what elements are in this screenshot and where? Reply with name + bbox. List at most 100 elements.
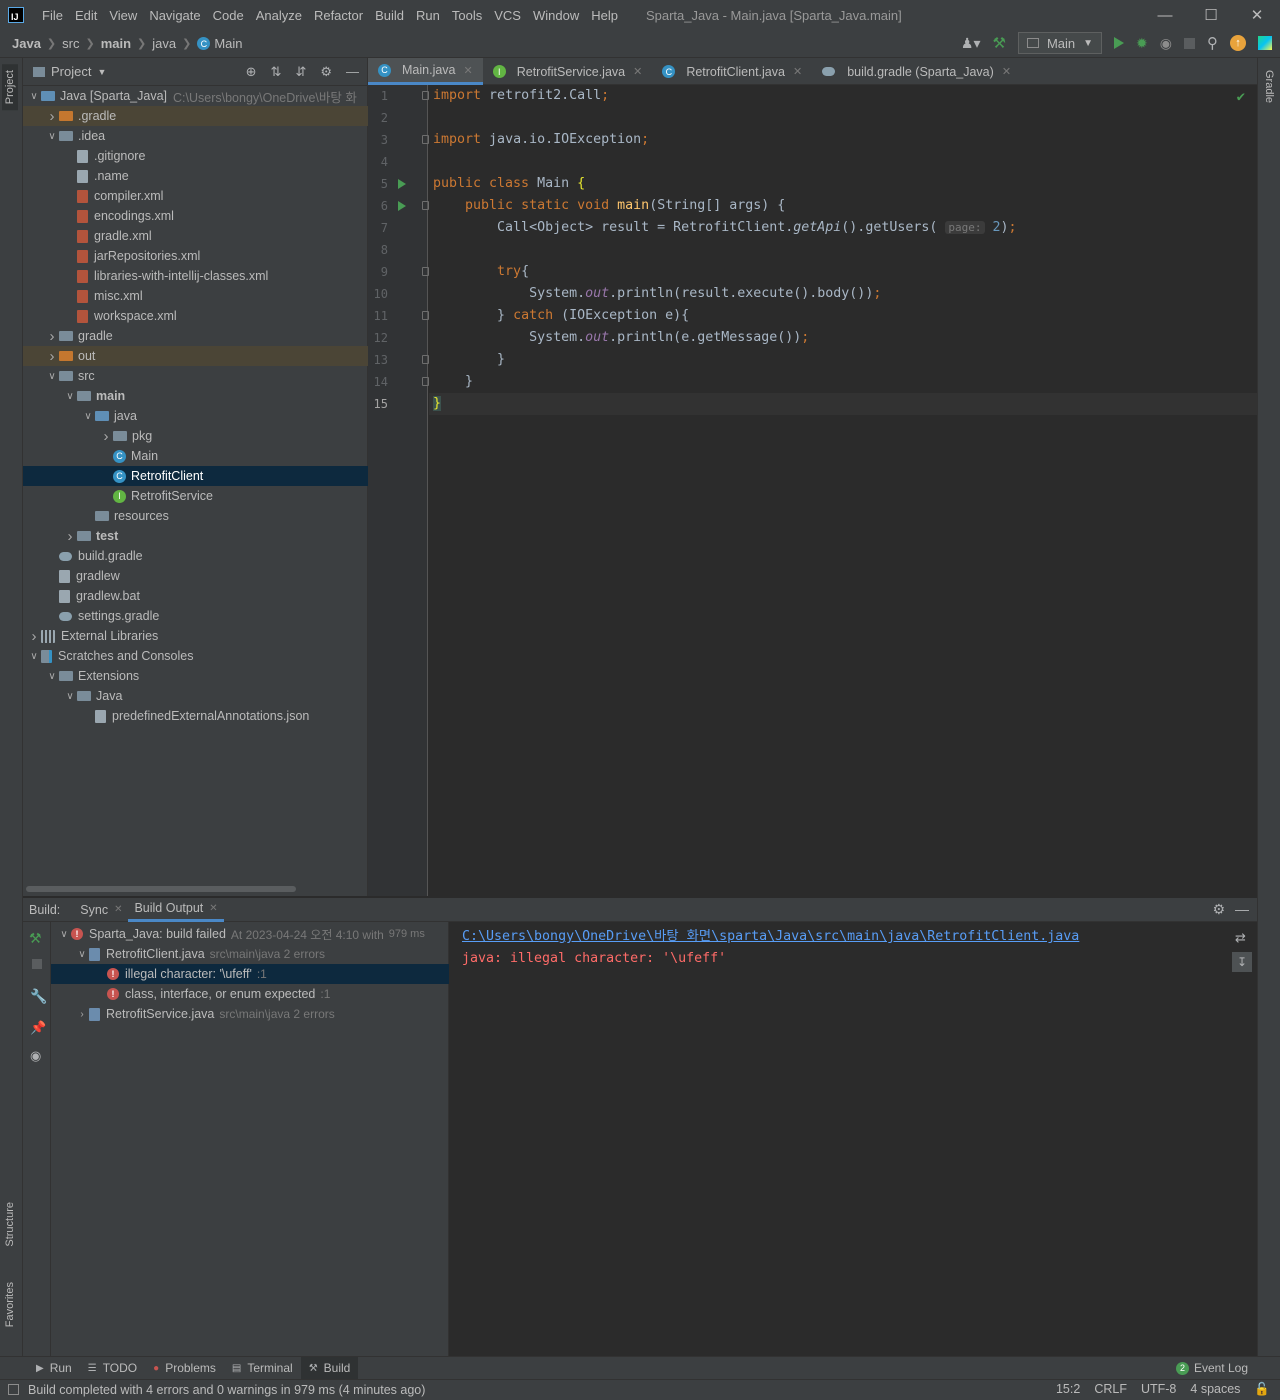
wrench-icon[interactable]: 🔧 (30, 988, 47, 1005)
stripe-tab-gradle[interactable]: Gradle (1261, 64, 1277, 109)
tree-item[interactable]: libraries-with-intellij-classes.xml (23, 266, 368, 286)
tree-item[interactable]: build.gradle (23, 546, 368, 566)
menu-view[interactable]: View (103, 8, 143, 23)
tree-item[interactable]: resources (23, 506, 368, 526)
status-toggle-icon[interactable] (8, 1384, 19, 1395)
menu-navigate[interactable]: Navigate (143, 8, 206, 23)
chevron-down-icon[interactable]: ∨ (81, 411, 95, 422)
chevron-down-icon[interactable]: ∨ (45, 371, 59, 382)
build-hammer-icon[interactable]: ⚒ (993, 34, 1006, 52)
chevron-right-icon[interactable]: › (99, 428, 113, 445)
run-gutter-icon[interactable] (398, 201, 406, 211)
tree-item[interactable]: › test (23, 526, 368, 546)
menu-code[interactable]: Code (207, 8, 250, 23)
horizontal-scrollbar[interactable] (26, 886, 296, 892)
close-icon[interactable]: ✕ (633, 65, 642, 78)
build-tab[interactable]: Build Output ✕ (128, 898, 224, 922)
maximize-icon[interactable]: ☐ (1188, 0, 1234, 30)
editor-tab[interactable]: C Main.java ✕ (368, 58, 483, 85)
build-tree-item[interactable]: ! class, interface, or enum expected:1 (51, 984, 449, 1004)
menu-file[interactable]: File (36, 8, 69, 23)
hide-icon[interactable]: — (346, 64, 359, 80)
code-editor[interactable]: import retrofit2.Call; import java.io.IO… (429, 85, 1257, 896)
build-tree-item[interactable]: ∨ RetrofitClient.java src\main\java 2 erro… (51, 944, 449, 964)
tree-item[interactable]: compiler.xml (23, 186, 368, 206)
fold-marker-icon[interactable] (422, 201, 429, 210)
fold-marker-icon[interactable] (422, 377, 429, 386)
rebuild-hammer-icon[interactable]: ⚒ (29, 930, 42, 947)
tree-item[interactable]: › pkg (23, 426, 368, 446)
chevron-down-icon[interactable]: ▼ (97, 67, 106, 77)
tree-item[interactable]: C Main (23, 446, 368, 466)
chevron-down-icon[interactable]: ∨ (45, 671, 59, 682)
tree-item[interactable]: gradlew.bat (23, 586, 368, 606)
breadcrumb-item[interactable]: Main (214, 36, 242, 51)
bottom-tab-terminal[interactable]: ▤ Terminal (224, 1357, 301, 1380)
bottom-tab-todo[interactable]: ☰ TODO (80, 1357, 145, 1380)
menu-analyze[interactable]: Analyze (250, 8, 308, 23)
debug-icon[interactable]: ✹ (1136, 35, 1148, 52)
close-icon[interactable]: ✕ (114, 904, 122, 915)
status-message[interactable]: Build completed with 4 errors and 0 warn… (28, 1383, 425, 1397)
expand-all-icon[interactable]: ⇅ (271, 64, 282, 80)
tree-item[interactable]: jarRepositories.xml (23, 246, 368, 266)
gear-icon[interactable]: ⚙ (320, 64, 332, 80)
tree-item[interactable]: ∨ Extensions (23, 666, 368, 686)
no-problems-check-icon[interactable]: ✔ (1237, 89, 1245, 105)
file-encoding[interactable]: UTF-8 (1141, 1382, 1176, 1397)
chevron-right-icon[interactable]: › (45, 328, 59, 345)
menu-help[interactable]: Help (585, 8, 624, 23)
close-icon[interactable]: ✕ (209, 903, 217, 914)
tree-item[interactable]: .name (23, 166, 368, 186)
chevron-down-icon[interactable]: ∨ (75, 949, 89, 960)
tree-item[interactable]: C RetrofitClient (23, 466, 368, 486)
tree-item[interactable]: › out (23, 346, 368, 366)
tree-item[interactable]: gradlew (23, 566, 368, 586)
fold-marker-icon[interactable] (422, 135, 429, 144)
menu-run[interactable]: Run (410, 8, 446, 23)
breadcrumb-item[interactable]: src (62, 36, 79, 51)
search-icon[interactable]: ⚲ (1207, 34, 1218, 52)
fold-marker-icon[interactable] (422, 355, 429, 364)
chevron-right-icon[interactable]: › (27, 628, 41, 645)
fold-marker-icon[interactable] (422, 267, 429, 276)
locate-icon[interactable]: ⊕ (246, 64, 257, 80)
gear-icon[interactable]: ⚙ (1212, 901, 1225, 918)
chevron-down-icon[interactable]: ∨ (57, 929, 71, 940)
menu-refactor[interactable]: Refactor (308, 8, 369, 23)
update-icon[interactable]: ↑ (1230, 35, 1246, 51)
stripe-tab-structure[interactable]: Structure (2, 1196, 18, 1253)
menu-build[interactable]: Build (369, 8, 410, 23)
chevron-right-icon[interactable]: › (45, 108, 59, 125)
tree-item[interactable]: ∨ java (23, 406, 368, 426)
close-icon[interactable]: ✕ (793, 65, 802, 78)
tree-item[interactable]: misc.xml (23, 286, 368, 306)
caret-position[interactable]: 15:2 (1056, 1382, 1080, 1397)
build-tree-item[interactable]: ! illegal character: '\ufeff':1 (51, 964, 449, 984)
tree-item[interactable]: encodings.xml (23, 206, 368, 226)
menu-vcs[interactable]: VCS (488, 8, 527, 23)
tree-item[interactable]: workspace.xml (23, 306, 368, 326)
pin-icon[interactable]: 📌 (30, 1020, 46, 1036)
scroll-to-end-icon[interactable]: ↧ (1232, 952, 1252, 972)
bottom-tab-build[interactable]: ⚒ Build (300, 1356, 359, 1380)
build-tab[interactable]: Sync ✕ (74, 898, 128, 922)
menu-tools[interactable]: Tools (446, 8, 488, 23)
chevron-right-icon[interactable]: › (63, 528, 77, 545)
run-configuration-select[interactable]: Main ▼ (1017, 32, 1103, 54)
stripe-tab-project[interactable]: Project (2, 64, 18, 111)
tree-item[interactable]: › gradle (23, 326, 368, 346)
editor-tab[interactable]: I RetrofitService.java ✕ (483, 58, 653, 85)
menu-edit[interactable]: Edit (69, 8, 103, 23)
tree-item[interactable]: ∨ .idea (23, 126, 368, 146)
minimize-icon[interactable]: — (1142, 0, 1188, 30)
tree-item[interactable]: ∨ src (23, 366, 368, 386)
lock-icon[interactable]: 🔓 (1254, 1382, 1270, 1397)
jetbrains-toolbox-icon[interactable] (1258, 36, 1272, 50)
tree-item[interactable]: › .gradle (23, 106, 368, 126)
tree-item[interactable]: .gitignore (23, 146, 368, 166)
chevron-down-icon[interactable]: ∨ (27, 91, 41, 102)
bottom-tab-problems[interactable]: ● Problems (145, 1357, 224, 1380)
fold-marker-icon[interactable] (422, 311, 429, 320)
coverage-icon[interactable]: ◉ (1160, 35, 1172, 52)
